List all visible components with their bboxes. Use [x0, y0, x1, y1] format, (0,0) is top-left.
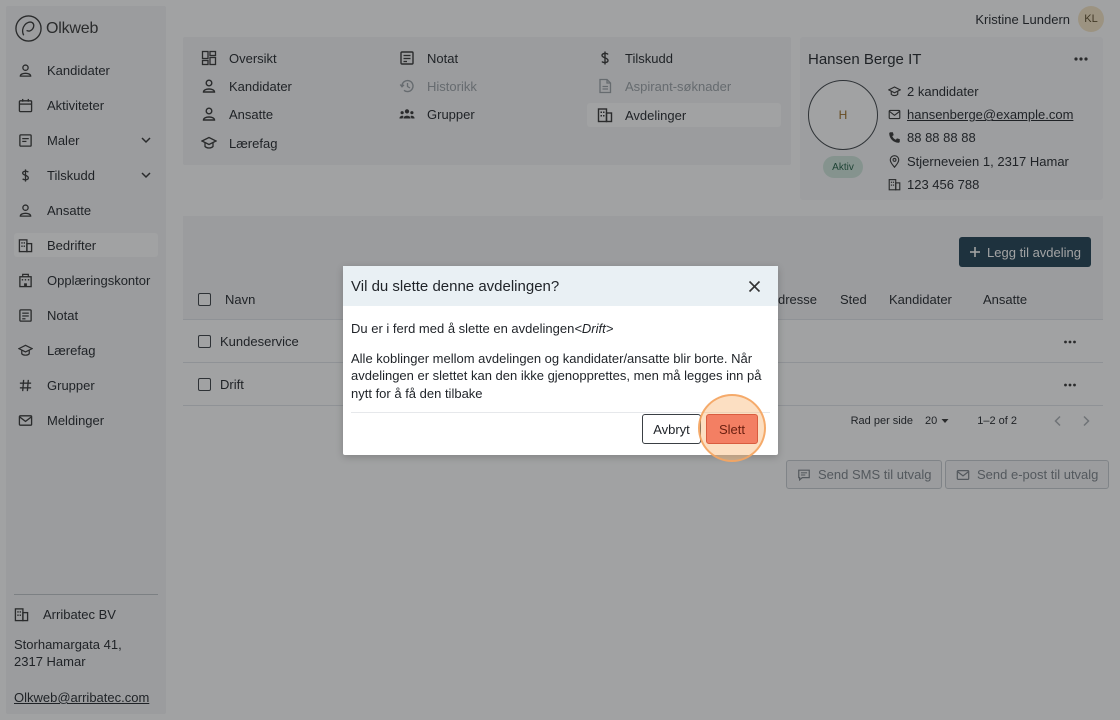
cancel-button[interactable]: Avbryt — [642, 414, 701, 444]
delete-department-dialog: Vil du slette denne avdelingen? Du er i … — [343, 266, 778, 462]
dialog-intro: Du er i ferd med å slette en avdelingen<… — [351, 320, 770, 338]
dialog-department-name: <Drift> — [574, 321, 614, 336]
dialog-title: Vil du slette denne avdelingen? — [351, 277, 560, 295]
dialog-warning: Alle koblinger mellom avdelingen og kand… — [351, 350, 762, 401]
delete-button[interactable]: Slett — [706, 414, 758, 444]
dialog-header: Vil du slette denne avdelingen? — [343, 266, 778, 306]
dialog-intro-text: Du er i ferd med å slette en avdelingen — [351, 321, 575, 336]
close-icon[interactable] — [748, 280, 761, 293]
dialog-body: Du er i ferd med å slette en avdelingen<… — [343, 306, 778, 402]
